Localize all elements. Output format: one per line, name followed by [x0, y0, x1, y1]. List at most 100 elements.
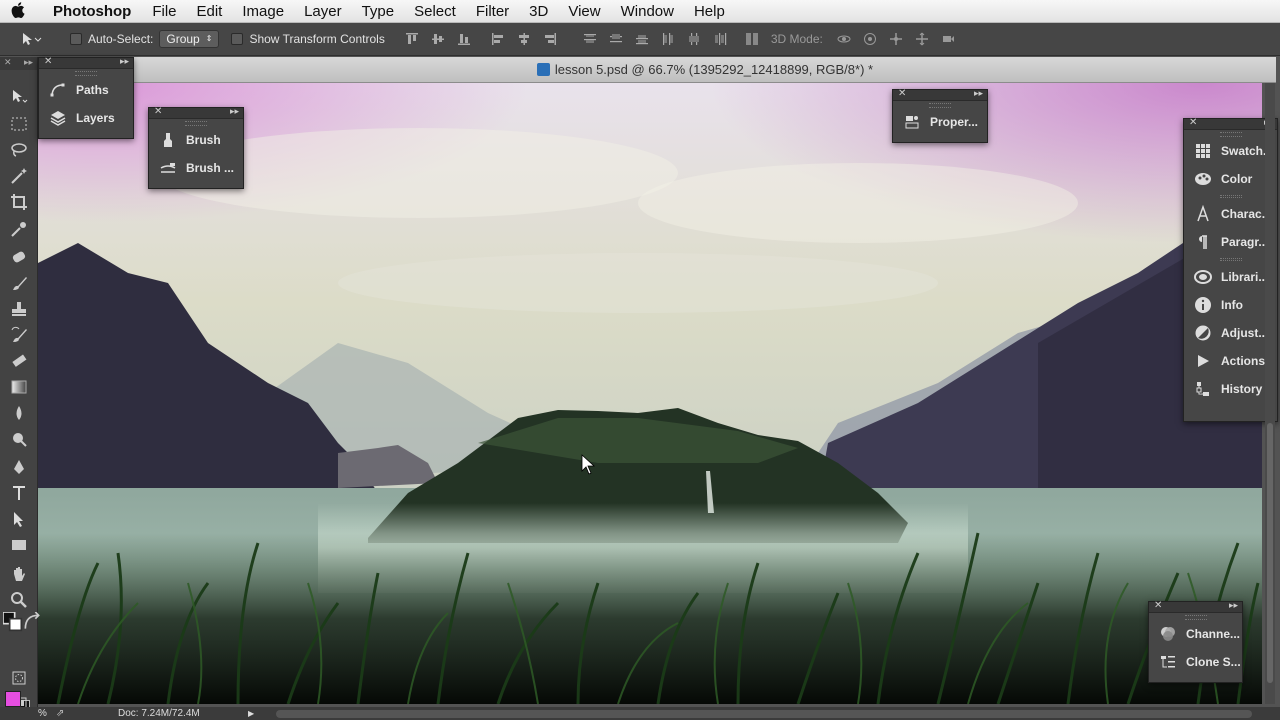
move-tool-icon[interactable]	[9, 87, 29, 107]
brush-panel-button[interactable]: Brush	[149, 126, 243, 154]
3d-pan-icon[interactable]	[889, 32, 903, 46]
blur-tool-icon[interactable]	[9, 403, 29, 423]
properties-icon	[903, 113, 921, 131]
adjustments-panel-button[interactable]: Adjust...	[1184, 319, 1277, 347]
paths-panel-button[interactable]: Paths	[39, 76, 133, 104]
history-label: History	[1221, 382, 1263, 396]
eraser-tool-icon[interactable]	[9, 351, 29, 371]
libraries-panel-button[interactable]: Librari...	[1184, 263, 1277, 291]
brush-tool-icon[interactable]	[9, 273, 29, 293]
clone-stamp-tool-icon[interactable]	[9, 299, 29, 319]
show-transform-checkbox[interactable]	[231, 33, 244, 45]
magic-wand-tool-icon[interactable]	[9, 166, 29, 186]
horizontal-scrollbar[interactable]	[276, 710, 1252, 718]
auto-align-layers-icon[interactable]	[745, 32, 759, 46]
tools-panel-header[interactable]: ✕ ▸▸	[0, 57, 37, 70]
3d-roll-icon[interactable]	[863, 32, 877, 46]
panel-header[interactable]: ✕▸▸	[893, 88, 987, 101]
share-icon[interactable]: ⇗	[48, 708, 88, 719]
foreground-color-swatch[interactable]	[5, 691, 21, 707]
auto-select-value: Group	[166, 32, 200, 46]
brush-presets-panel-button[interactable]: Brush ...	[149, 154, 243, 182]
distribute-bottom-icon[interactable]	[635, 32, 649, 46]
lasso-tool-icon[interactable]	[9, 140, 29, 160]
channels-panel: ✕ ▸▸ Channe... Clone S...	[1148, 600, 1243, 683]
menu-select[interactable]: Select	[404, 3, 466, 20]
dodge-tool-icon[interactable]	[9, 429, 29, 449]
align-top-icon[interactable]	[405, 32, 419, 46]
panel-header[interactable]: ✕▸▸	[1184, 117, 1277, 130]
pen-tool-icon[interactable]	[9, 457, 29, 477]
eyedropper-tool-icon[interactable]	[9, 219, 29, 239]
properties-panel: ✕ ▸▸ Proper...	[892, 88, 988, 143]
menu-layer[interactable]: Layer	[294, 3, 352, 20]
vertical-scrollbar[interactable]	[1265, 83, 1275, 704]
distribute-vcenter-icon[interactable]	[609, 32, 623, 46]
menu-view[interactable]: View	[558, 3, 610, 20]
menu-3d[interactable]: 3D	[519, 3, 558, 20]
align-left-icon[interactable]	[491, 32, 505, 46]
brush-presets-label: Brush ...	[186, 161, 235, 175]
3d-scale-icon[interactable]	[941, 32, 955, 46]
distribute-top-icon[interactable]	[583, 32, 597, 46]
clone-source-icon	[1159, 653, 1177, 671]
layers-panel-button[interactable]: Layers	[39, 104, 133, 132]
panel-header[interactable]: ✕▸▸	[149, 106, 243, 119]
auto-select-checkbox[interactable]	[70, 33, 82, 45]
default-colors-icon[interactable]	[2, 611, 23, 632]
vertical-scroll-thumb[interactable]	[1267, 423, 1273, 683]
info-icon	[1194, 296, 1212, 314]
auto-select-dropdown[interactable]: Group ⇕	[159, 30, 220, 48]
3d-rotate-icon[interactable]	[837, 32, 851, 46]
menu-window[interactable]: Window	[611, 3, 684, 20]
swatches-panel-button[interactable]: Swatch...	[1184, 137, 1277, 165]
menu-bar: Photoshop File Edit Image Layer Type Sel…	[0, 0, 1280, 23]
crop-tool-icon[interactable]	[9, 192, 29, 212]
paths-label: Paths	[76, 83, 109, 97]
zoom-level[interactable]: %	[0, 708, 48, 719]
history-brush-tool-icon[interactable]	[9, 325, 29, 345]
status-menu-arrow-icon[interactable]: ▶	[238, 709, 254, 718]
paragraph-panel-button[interactable]: Paragr...	[1184, 228, 1277, 256]
document-tab[interactable]: lesson 5.psd @ 66.7% (1395292_12418899, …	[134, 57, 1276, 83]
type-tool-icon[interactable]	[9, 483, 29, 503]
quick-mask-icon[interactable]	[9, 668, 29, 688]
menu-help[interactable]: Help	[684, 3, 735, 20]
right-dock-panel: ✕▸▸ Swatch... Color Charac... Paragr... …	[1183, 117, 1278, 422]
distribute-hcenter-icon[interactable]	[687, 32, 701, 46]
distribute-left-icon[interactable]	[661, 32, 675, 46]
channels-panel-button[interactable]: Channe...	[1149, 620, 1242, 648]
color-panel-button[interactable]: Color	[1184, 165, 1277, 193]
panel-header[interactable]: ✕▸▸	[39, 56, 133, 69]
panel-header[interactable]: ✕▸▸	[1149, 600, 1242, 613]
align-right-icon[interactable]	[543, 32, 557, 46]
menu-edit[interactable]: Edit	[187, 3, 233, 20]
move-tool-preset-icon[interactable]	[20, 31, 48, 47]
swap-colors-icon[interactable]	[22, 611, 40, 629]
menu-file[interactable]: File	[142, 3, 186, 20]
menu-filter[interactable]: Filter	[466, 3, 519, 20]
gradient-tool-icon[interactable]	[9, 377, 29, 397]
menu-type[interactable]: Type	[352, 3, 405, 20]
history-panel-button[interactable]: History	[1184, 375, 1277, 403]
hand-tool-icon[interactable]	[9, 564, 29, 584]
align-vcenter-icon[interactable]	[431, 32, 445, 46]
menu-image[interactable]: Image	[232, 3, 294, 20]
rectangle-tool-icon[interactable]	[9, 535, 29, 555]
actions-panel-button[interactable]: Actions	[1184, 347, 1277, 375]
info-panel-button[interactable]: Info	[1184, 291, 1277, 319]
3d-slide-icon[interactable]	[915, 32, 929, 46]
3d-mode-label: 3D Mode:	[770, 32, 823, 46]
clone-source-panel-button[interactable]: Clone S...	[1149, 648, 1242, 676]
path-selection-tool-icon[interactable]	[9, 509, 29, 529]
distribute-right-icon[interactable]	[713, 32, 727, 46]
apple-icon[interactable]	[0, 2, 36, 20]
align-bottom-icon[interactable]	[457, 32, 471, 46]
character-panel-button[interactable]: Charac...	[1184, 200, 1277, 228]
zoom-tool-icon[interactable]	[9, 590, 29, 610]
marquee-tool-icon[interactable]	[9, 114, 29, 134]
properties-panel-button[interactable]: Proper...	[893, 108, 987, 136]
healing-brush-tool-icon[interactable]	[9, 247, 29, 267]
app-name-menu[interactable]: Photoshop	[36, 3, 142, 20]
align-hcenter-icon[interactable]	[517, 32, 531, 46]
